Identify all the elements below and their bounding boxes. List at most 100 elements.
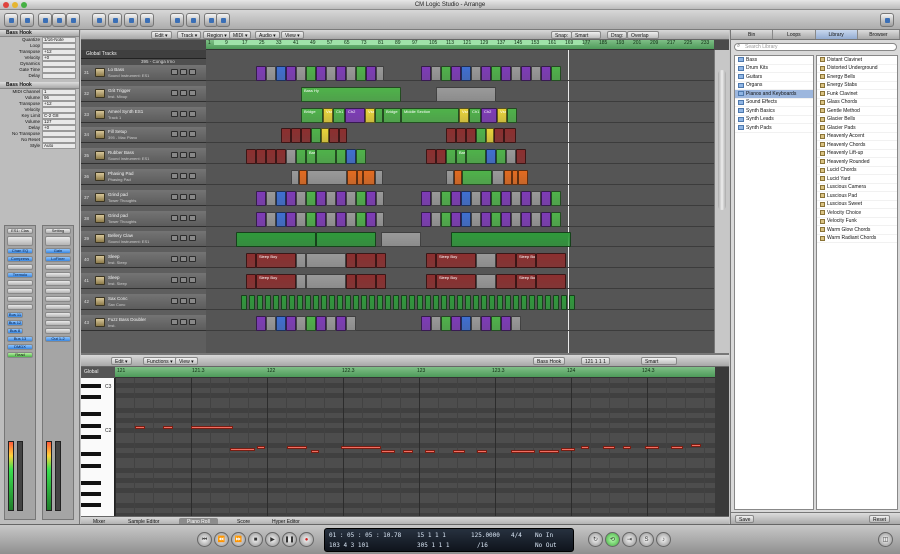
arrange-region[interactable] xyxy=(507,107,517,123)
arrange-region[interactable] xyxy=(529,294,535,310)
arrange-region[interactable] xyxy=(356,253,376,269)
black-key[interactable] xyxy=(81,492,101,496)
arrange-region[interactable] xyxy=(436,149,446,165)
track-name[interactable]: Rubber Bass xyxy=(108,150,134,155)
arrange-region[interactable] xyxy=(471,66,481,81)
arrange-region[interactable]: Ch1 xyxy=(469,107,481,123)
arrange-region[interactable] xyxy=(409,294,415,310)
arrange-region[interactable] xyxy=(536,253,566,269)
solo-button[interactable] xyxy=(180,131,187,138)
arrange-region[interactable] xyxy=(257,294,263,310)
arrange-region[interactable] xyxy=(491,315,501,331)
black-key[interactable] xyxy=(81,480,101,485)
arrange-region[interactable]: Sleep Boy xyxy=(256,253,296,269)
arrange-region[interactable] xyxy=(366,211,376,227)
mute-button[interactable] xyxy=(171,235,178,242)
arrange-region[interactable] xyxy=(421,211,431,227)
arrange-region[interactable] xyxy=(256,149,266,165)
arrange-region[interactable] xyxy=(385,294,391,310)
arrange-region[interactable] xyxy=(306,315,316,331)
solo-button[interactable] xyxy=(180,214,187,221)
arrange-region[interactable] xyxy=(426,149,436,165)
arrange-region[interactable] xyxy=(426,253,436,269)
arrange-region[interactable] xyxy=(307,170,347,185)
midi-note[interactable] xyxy=(581,446,589,449)
arrange-region[interactable] xyxy=(276,211,286,227)
arrange-region[interactable] xyxy=(465,294,471,310)
arrange-region[interactable] xyxy=(481,315,491,331)
arrange-region[interactable] xyxy=(446,128,456,144)
arrange-region[interactable] xyxy=(449,294,455,310)
arrange-menu-region[interactable]: Region ▾ xyxy=(203,31,231,39)
arrange-region[interactable] xyxy=(457,294,463,310)
arrange-region[interactable] xyxy=(366,190,376,206)
arrange-region[interactable] xyxy=(461,211,471,227)
record-button[interactable] xyxy=(189,318,196,325)
arrange-region[interactable] xyxy=(553,294,559,310)
insert-slot[interactable] xyxy=(45,312,71,318)
insert-slot[interactable]: LoFiner xyxy=(45,256,71,262)
colors-icon[interactable] xyxy=(186,13,200,27)
arrange-region[interactable]: Bass Hy xyxy=(301,86,401,102)
midi-note[interactable] xyxy=(403,450,413,453)
mute-button[interactable] xyxy=(171,193,178,200)
arrange-region[interactable] xyxy=(363,170,375,185)
arrange-region[interactable] xyxy=(276,149,286,165)
black-key[interactable] xyxy=(81,435,101,439)
arrange-region[interactable] xyxy=(446,149,456,165)
insert-slot[interactable] xyxy=(45,320,71,326)
arrange-region[interactable]: Vsx xyxy=(365,107,375,123)
arrange-region[interactable] xyxy=(486,128,494,144)
arrange-region[interactable] xyxy=(494,128,504,144)
arrange-region[interactable] xyxy=(506,149,516,165)
arrange-region[interactable]: Ch2 xyxy=(345,107,365,123)
arrange-region[interactable] xyxy=(561,294,567,310)
volume-fader[interactable] xyxy=(55,441,61,511)
track-name[interactable]: Grit Trigger xyxy=(108,88,131,93)
track-parameters-header[interactable]: Bass Hook xyxy=(0,82,79,89)
arrange-region[interactable] xyxy=(306,211,316,227)
arrange-region[interactable] xyxy=(266,315,276,331)
arrange-region[interactable] xyxy=(246,149,256,165)
drag-menu[interactable]: Overlap xyxy=(627,31,659,39)
insert-slot[interactable] xyxy=(7,296,33,302)
mute-button[interactable] xyxy=(171,152,178,159)
flex-icon[interactable] xyxy=(66,13,80,27)
arrange-region[interactable] xyxy=(246,253,256,269)
arrange-region[interactable] xyxy=(316,149,336,165)
arrange-region[interactable] xyxy=(286,66,296,81)
settings-icon[interactable] xyxy=(38,13,52,27)
arrange-region[interactable] xyxy=(276,190,286,206)
midi-note[interactable] xyxy=(163,426,173,429)
stop-icon[interactable]: ■ xyxy=(248,532,263,547)
midi-note[interactable] xyxy=(425,450,435,453)
mute-button[interactable] xyxy=(171,297,178,304)
arrange-region[interactable] xyxy=(356,274,376,289)
track-name[interactable]: Ameel Synth ES1 xyxy=(108,109,143,114)
arrange-region[interactable] xyxy=(511,66,521,81)
autopunch-icon[interactable]: ⇥ xyxy=(622,532,637,547)
arrange-region[interactable]: Sleep Boy xyxy=(516,253,536,269)
midi-note[interactable] xyxy=(603,446,615,449)
media-toggle-icon[interactable]: ◫ xyxy=(878,532,893,547)
insert-slot[interactable]: Compress xyxy=(7,256,33,262)
arrange-region[interactable] xyxy=(346,190,356,206)
eq-display[interactable] xyxy=(45,236,71,246)
insert-slot[interactable] xyxy=(45,296,71,302)
arrange-region[interactable] xyxy=(433,294,439,310)
arrange-region[interactable] xyxy=(356,190,366,206)
record-button[interactable] xyxy=(189,89,196,96)
arrange-region[interactable] xyxy=(337,294,343,310)
record-button[interactable] xyxy=(189,131,196,138)
arrange-region[interactable] xyxy=(466,128,476,144)
black-key[interactable] xyxy=(81,503,101,508)
arrange-region[interactable] xyxy=(291,170,299,185)
arrange-region[interactable] xyxy=(305,294,311,310)
arrange-region[interactable] xyxy=(336,66,346,81)
library-patch[interactable]: Warm Radiant Chords xyxy=(817,235,897,243)
insert-slot[interactable] xyxy=(7,288,33,294)
output-slot[interactable]: Bus 13 xyxy=(7,336,33,342)
arrange-region[interactable] xyxy=(481,211,491,227)
automation-icon[interactable] xyxy=(52,13,66,27)
track-name[interactable]: Bellery Claw xyxy=(108,233,133,238)
